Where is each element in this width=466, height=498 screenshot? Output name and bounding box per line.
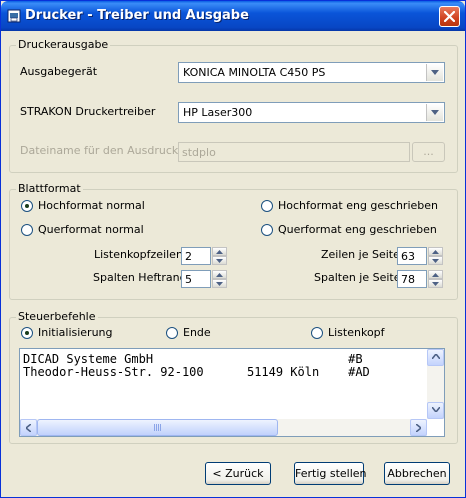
chevron-down-icon (431, 110, 439, 115)
treiber-label: STRAKON Druckertreiber (20, 105, 156, 118)
horizontal-scroll-thumb[interactable] (37, 419, 278, 436)
radio-indicator (21, 327, 33, 339)
treiber-value: HP Laser300 (183, 106, 253, 119)
scroll-right-button[interactable] (410, 419, 427, 436)
chevron-up-icon (216, 250, 223, 254)
radio-label: Ende (183, 326, 211, 339)
zeilen-je-seite-label: Zeilen je Seite (321, 248, 400, 261)
radio-label: Querformat eng geschrieben (278, 223, 437, 236)
vertical-scrollbar[interactable] (427, 349, 444, 419)
listenkopfzeilen-value: 2 (185, 250, 192, 263)
close-icon (444, 11, 455, 22)
spin-up-button[interactable] (212, 247, 227, 256)
radio-label: Listenkopf (328, 326, 385, 339)
window-title: Drucker - Treiber und Ausgabe (25, 8, 249, 23)
radio-label: Querformat normal (38, 223, 144, 236)
radio-label: Initialisierung (38, 326, 113, 339)
dropdown-button[interactable] (426, 64, 443, 81)
radio-label: Hochformat normal (38, 199, 145, 212)
radio-indicator (166, 327, 178, 339)
chevron-up-icon (216, 273, 223, 277)
radio-indicator (21, 224, 33, 236)
editor-line: Theodor-Heuss-Str. 92-100 51149 Köln #AD (23, 365, 370, 379)
ausgabegeraet-value: KONICA MINOLTA C450 PS (183, 66, 326, 79)
ausgabegeraet-label: Ausgabegerät (20, 65, 98, 78)
scroll-left-button[interactable] (20, 419, 37, 436)
chevron-up-icon (432, 250, 439, 254)
dropdown-button[interactable] (426, 104, 443, 121)
spalten-je-seite-label: Spalten je Seite (314, 271, 401, 284)
title-bar[interactable]: Drucker - Treiber und Ausgabe (1, 1, 465, 31)
spin-up-button[interactable] (212, 270, 227, 279)
chevron-left-icon (26, 424, 31, 432)
chevron-down-icon (216, 259, 223, 263)
back-button[interactable]: < Zurück (205, 462, 271, 485)
spin-up-button[interactable] (428, 270, 443, 279)
spalten-heftrand-input[interactable]: 5 (181, 270, 211, 288)
chevron-down-icon (432, 407, 440, 412)
chevron-down-icon (431, 70, 439, 75)
radio-indicator (21, 200, 33, 212)
druckerausgabe-legend: Druckerausgabe (16, 38, 111, 51)
radio-indicator (261, 200, 273, 212)
chevron-down-icon (432, 282, 439, 286)
blattformat-legend: Blattformat (16, 182, 83, 195)
spin-down-button[interactable] (212, 256, 227, 265)
spalten-heftrand-value: 5 (185, 273, 192, 286)
spin-down-button[interactable] (428, 279, 443, 288)
chevron-up-icon (432, 354, 440, 359)
cancel-button[interactable]: Abbrechen (384, 462, 450, 485)
chevron-right-icon (416, 424, 421, 432)
chevron-down-icon (216, 282, 223, 286)
ausgabegeraet-select[interactable]: KONICA MINOLTA C450 PS (178, 62, 445, 83)
spin-down-button[interactable] (428, 256, 443, 265)
spalten-je-seite-value: 78 (401, 273, 415, 286)
close-button[interactable] (439, 6, 460, 27)
zeilen-je-seite-value: 63 (401, 250, 415, 263)
treiber-select[interactable]: HP Laser300 (178, 102, 445, 123)
radio-indicator (311, 327, 323, 339)
steuerbefehle-editor[interactable]: DICAD Systeme GmbH #B Theodor-Heuss-Str.… (19, 348, 445, 437)
chevron-down-icon (432, 259, 439, 263)
radio-indicator (261, 224, 273, 236)
listenkopfzeilen-input[interactable]: 2 (181, 247, 211, 265)
scroll-up-button[interactable] (427, 349, 444, 366)
scroll-down-button[interactable] (427, 402, 444, 419)
horizontal-scrollbar[interactable] (20, 419, 427, 436)
printer-app-icon (7, 9, 21, 23)
radio-label: Hochformat eng geschrieben (278, 199, 439, 212)
spin-up-button[interactable] (428, 247, 443, 256)
steuerbefehle-legend: Steuerbefehle (16, 310, 98, 323)
dateiname-label: Dateiname für den Ausdruck (20, 144, 179, 157)
dateiname-field[interactable]: stdplo (178, 142, 410, 162)
chevron-up-icon (432, 273, 439, 277)
dialog-window: Drucker - Treiber und Ausgabe Druckeraus… (0, 0, 466, 498)
grip-icon (153, 424, 162, 431)
spin-down-button[interactable] (212, 279, 227, 288)
browse-button[interactable]: ... (412, 142, 445, 162)
dateiname-value: stdplo (182, 146, 216, 159)
listenkopfzeilen-label: Listenkopfzeilen (94, 248, 183, 261)
spalten-je-seite-input[interactable]: 78 (397, 270, 427, 288)
zeilen-je-seite-input[interactable]: 63 (397, 247, 427, 265)
spalten-heftrand-label: Spalten Heftrand (93, 271, 187, 284)
finish-button[interactable]: Fertig stellen (294, 462, 367, 485)
